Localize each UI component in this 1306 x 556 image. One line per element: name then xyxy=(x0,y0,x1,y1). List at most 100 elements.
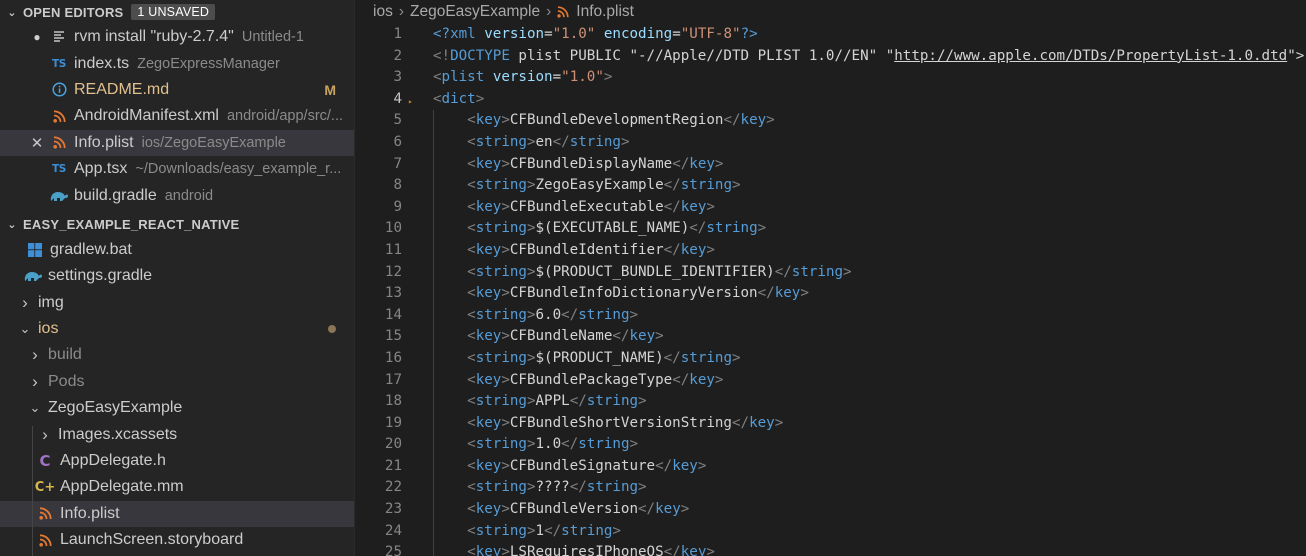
file-name: Info.plist xyxy=(60,504,120,522)
code-token: </ xyxy=(663,241,681,258)
code-token: = xyxy=(544,26,553,42)
line-number: 23 xyxy=(384,501,402,518)
code-line[interactable]: 11 <key>CFBundleIdentifier</key> xyxy=(355,239,1306,262)
code-token: key xyxy=(475,414,502,431)
code-token: string xyxy=(561,522,613,539)
code-token: APPL xyxy=(535,393,570,410)
open-editor-item[interactable]: README.md M xyxy=(0,77,354,103)
close-icon[interactable]: ✕ xyxy=(26,134,48,152)
code-token: key xyxy=(475,285,502,302)
tree-item-file-active[interactable]: Info.plist xyxy=(0,500,354,528)
code-line[interactable]: 14 <string>6.0</string> xyxy=(355,304,1306,327)
code-token: > xyxy=(774,414,784,431)
code-line[interactable]: 16 <string>$(PRODUCT_NAME)</string> xyxy=(355,347,1306,370)
code-line[interactable]: 3 <plist version="1.0"> xyxy=(355,67,1306,89)
line-number: 6 xyxy=(393,133,402,150)
code-line[interactable]: 25 <key>LSRequiresIPhoneOS</key> xyxy=(355,542,1306,556)
open-editor-item[interactable]: build.gradle android xyxy=(0,182,354,208)
file-name: App.tsx xyxy=(74,160,128,178)
open-editor-item[interactable]: AndroidManifest.xml android/app/src/... xyxy=(0,103,354,129)
tree-item-folder[interactable]: ⌄ ios xyxy=(0,316,354,342)
tree-item-file[interactable]: C+ AppDelegate.mm xyxy=(0,474,354,500)
file-name: settings.gradle xyxy=(48,267,153,285)
code-token: > xyxy=(706,544,715,556)
code-lines[interactable]: 1 <?xml version="1.0" encoding="UTF-8"?> 2… xyxy=(355,24,1306,556)
code-token: string xyxy=(475,177,527,194)
code-line[interactable]: 23 <key>CFBundleVersion</key> xyxy=(355,499,1306,521)
code-line[interactable]: 18 <string>APPL</string> xyxy=(355,391,1306,413)
modified-flag: M xyxy=(324,81,336,98)
code-token[interactable]: http://www.apple.com/DTDs/PropertyList-1… xyxy=(894,48,1287,64)
open-editor-item-active[interactable]: ✕ Info.plist ios/ZegoEasyExample xyxy=(0,129,354,156)
code-line[interactable]: 24 <string>1</string> xyxy=(355,520,1306,543)
line-number: 22 xyxy=(384,479,402,496)
code-token: < xyxy=(433,90,442,107)
file-name: rvm install "ruby-2.7.4" xyxy=(74,28,234,46)
line-number: 15 xyxy=(384,328,402,345)
code-token: $(PRODUCT_NAME) xyxy=(535,349,664,366)
code-line[interactable]: 1 <?xml version="1.0" encoding="UTF-8"?> xyxy=(355,24,1306,46)
code-line[interactable]: 20 <string>1.0</string> xyxy=(355,434,1306,456)
file-name: index.ts xyxy=(74,54,130,72)
code-token: </ xyxy=(655,457,673,474)
code-token: string xyxy=(475,479,527,496)
explorer-sidebar: ⌄ OPEN EDITORS 1 UNSAVED ● rvm install "… xyxy=(0,0,354,556)
code-line[interactable]: 12 <string>$(PRODUCT_BUNDLE_IDENTIFIER)<… xyxy=(355,261,1306,284)
code-token: > xyxy=(655,328,664,345)
windows-icon xyxy=(24,242,46,257)
tree-item-folder[interactable]: › img xyxy=(0,290,354,316)
open-editor-item[interactable]: ● rvm install "ruby-2.7.4" Untitled-1 xyxy=(0,24,354,50)
gradle-icon xyxy=(48,189,70,203)
fold-marker-icon[interactable]: ▸ xyxy=(408,91,413,113)
open-editors-header[interactable]: ⌄ OPEN EDITORS 1 UNSAVED xyxy=(0,0,354,24)
line-number: 13 xyxy=(384,285,402,302)
folder-name: Images.xcassets xyxy=(58,425,178,443)
code-line[interactable]: 21 <key>CFBundleSignature</key> xyxy=(355,455,1306,478)
code-line[interactable]: 7 <key>CFBundleDisplayName</key> xyxy=(355,153,1306,176)
open-editor-item[interactable]: TS App.tsx ~/Downloads/easy_example_r... xyxy=(0,156,354,182)
line-number: 20 xyxy=(384,436,402,453)
code-line[interactable]: 10 <string>$(EXECUTABLE_NAME)</string> xyxy=(355,218,1306,240)
file-description: android/app/src/... xyxy=(226,108,344,125)
open-editor-item[interactable]: TS index.ts ZegoExpressManager xyxy=(0,50,354,76)
code-line[interactable]: 15 <key>CFBundleName</key> xyxy=(355,326,1306,348)
breadcrumb-item[interactable]: ZegoEasyExample xyxy=(410,3,540,21)
tree-item-file[interactable]: C AppDelegate.h xyxy=(0,448,354,474)
code-token: > xyxy=(475,90,485,107)
code-line[interactable]: 13 <key>CFBundleInfoDictionaryVersion</k… xyxy=(355,283,1306,305)
code-line[interactable]: 19 <key>CFBundleShortVersionString</key> xyxy=(355,412,1306,435)
code-line[interactable]: 4 ▸ <dict> xyxy=(355,89,1306,111)
typescript-icon: TS xyxy=(51,163,67,176)
breadcrumb-item[interactable]: ios xyxy=(373,3,393,21)
tree-item-folder[interactable]: › Images.xcassets xyxy=(0,421,354,447)
folder-name: Pods xyxy=(48,372,85,390)
line-number: 11 xyxy=(384,241,402,258)
workspace-header[interactable]: ⌄ EASY_EXAMPLE_REACT_NATIVE xyxy=(0,213,354,237)
tree-item-file[interactable]: LaunchScreen.storyboard xyxy=(0,527,354,553)
code-editor[interactable]: ios › ZegoEasyExample › Info.plist 1 <?xm… xyxy=(355,0,1306,556)
code-line[interactable]: 9 <key>CFBundleExecutable</key> xyxy=(355,196,1306,219)
file-description: ~/Downloads/easy_example_r... xyxy=(135,161,342,178)
code-text: <string>ZegoEasyExample</string> xyxy=(433,175,740,197)
code-token: > xyxy=(526,479,536,496)
tree-item-folder[interactable]: › Pods xyxy=(0,369,354,395)
code-token: string xyxy=(475,393,527,410)
code-line[interactable]: 2 <!DOCTYPE plist PUBLIC "-//Apple//DTD P… xyxy=(355,46,1306,68)
code-line[interactable]: 17 <key>CFBundlePackageType</key> xyxy=(355,369,1306,392)
unsaved-dot-icon[interactable]: ● xyxy=(26,30,48,44)
code-token: > xyxy=(501,501,510,518)
tree-item-folder[interactable]: ⌄ ZegoEasyExample xyxy=(0,395,354,421)
line-number: 16 xyxy=(384,349,402,366)
tree-item-folder[interactable]: › build xyxy=(0,342,354,368)
tree-item-file[interactable]: settings.gradle xyxy=(0,263,354,289)
code-token: > xyxy=(526,306,536,323)
tree-item-file[interactable]: gradlew.bat xyxy=(0,237,354,263)
code-line[interactable]: 22 <string>????</string> xyxy=(355,477,1306,500)
code-line[interactable]: 8 <string>ZegoEasyExample</string> xyxy=(355,175,1306,197)
code-token: string xyxy=(569,133,621,150)
code-line[interactable]: 5 <key>CFBundleDevelopmentRegion</key> xyxy=(355,110,1306,132)
code-line[interactable]: 6 <string>en</string> xyxy=(355,131,1306,154)
breadcrumb-item[interactable]: Info.plist xyxy=(576,3,634,21)
